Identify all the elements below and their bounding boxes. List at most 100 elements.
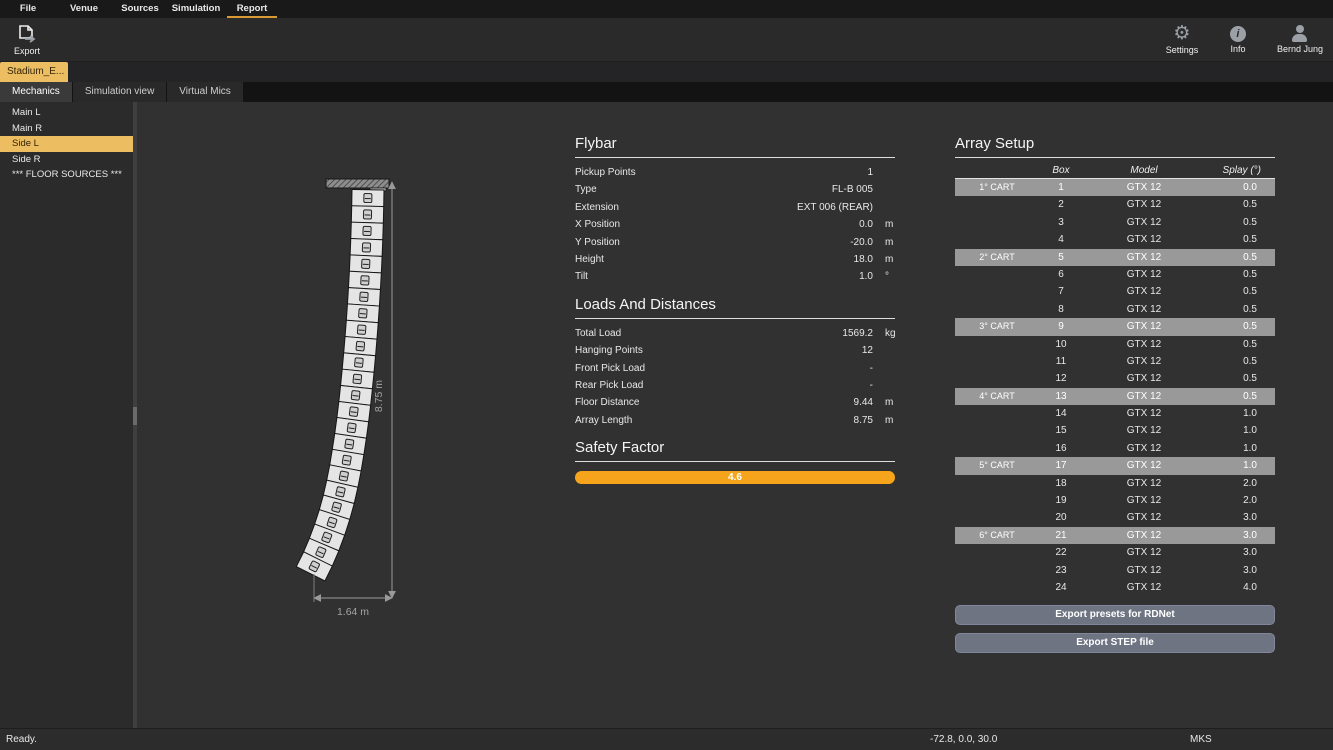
loads-label: Front Pick Load [575,360,713,377]
box-model: GTX 12 [1083,301,1205,318]
box-splay: 0.5 [1205,196,1275,213]
export-rdnet-button[interactable]: Export presets for RDNet [955,605,1275,625]
cart-label [955,562,1039,579]
flybar-value: -20.0 [713,234,873,251]
source-item-floor-sources[interactable]: *** FLOOR SOURCES *** [0,167,133,183]
array-cart-row: 5° CART17GTX 121.0 [955,457,1275,474]
info-icon: i [1230,26,1246,42]
menu-item-simulation[interactable]: Simulation [168,0,224,18]
box-model: GTX 12 [1083,196,1205,213]
box-splay: 3.0 [1205,544,1275,561]
settings-label: Settings [1166,45,1199,55]
loads-row: Hanging Points12 [575,342,895,359]
box-model: GTX 12 [1083,579,1205,596]
speaker-box-graphic [351,222,384,240]
user-button[interactable]: Bernd Jung [1277,25,1323,54]
array-table-body: 1° CART1GTX 120.02GTX 120.53GTX 120.54GT… [955,179,1275,596]
flybar-value: EXT 006 (REAR) [713,199,873,216]
box-number: 7 [1039,283,1083,300]
user-icon [1292,25,1308,42]
ribbon-right-group: ⚙ Settings i Info Bernd Jung [1165,25,1323,55]
box-splay: 0.5 [1205,388,1275,405]
box-splay: 3.0 [1205,509,1275,526]
export-step-button[interactable]: Export STEP file [955,633,1275,653]
menu-item-report[interactable]: Report [224,0,280,18]
box-model: GTX 12 [1083,562,1205,579]
loads-row: Rear Pick Load- [575,377,895,394]
menu-item-sources[interactable]: Sources [112,0,168,18]
source-item-side-l[interactable]: Side L [0,136,133,152]
array-row: 18GTX 122.0 [955,475,1275,492]
box-number: 15 [1039,422,1083,439]
safety-factor-bar: 4.6 [575,471,895,484]
box-splay: 0.5 [1205,249,1275,266]
flybar-loads-column: Flybar Pickup Points1TypeFL-B 005Extensi… [575,135,895,484]
box-model: GTX 12 [1083,492,1205,509]
cart-label [955,422,1039,439]
safety-section-title: Safety Factor [575,439,895,462]
box-model: GTX 12 [1083,440,1205,457]
settings-button[interactable]: ⚙ Settings [1165,25,1199,55]
box-splay: 0.5 [1205,283,1275,300]
cart-label: 5° CART [955,457,1039,474]
array-cart-row: 2° CART5GTX 120.5 [955,249,1275,266]
cart-label: 2° CART [955,249,1039,266]
array-row: 6GTX 120.5 [955,266,1275,283]
sources-sidebar: Main LMain RSide LSide R*** FLOOR SOURCE… [0,102,133,728]
cart-label: 4° CART [955,388,1039,405]
cart-label: 1° CART [955,179,1039,196]
box-splay: 0.0 [1205,179,1275,196]
menu-item-venue[interactable]: Venue [56,0,112,18]
tab-simulation-view[interactable]: Simulation view [73,82,166,102]
box-number: 9 [1039,318,1083,335]
box-splay: 0.5 [1205,336,1275,353]
source-item-side-r[interactable]: Side R [0,152,133,168]
export-button[interactable]: Export [10,24,44,56]
flybar-rows: Pickup Points1TypeFL-B 005ExtensionEXT 0… [575,164,895,286]
box-number: 1 [1039,179,1083,196]
box-model: GTX 12 [1083,457,1205,474]
menu-bar: FileVenueSourcesSimulationReport [0,0,1333,18]
loads-row: Floor Distance9.44m [575,394,895,411]
tab-mechanics[interactable]: Mechanics [0,82,72,102]
info-button[interactable]: i Info [1221,26,1255,54]
tab-virtual-mics[interactable]: Virtual Mics [167,82,243,102]
box-column-header: Box [1039,162,1083,178]
loads-unit [873,377,895,394]
box-splay: 0.5 [1205,318,1275,335]
box-splay: 3.0 [1205,562,1275,579]
mechanics-report-panel: 8.75 m 1.64 m Flybar Pickup Points1TypeF… [137,102,1333,728]
array-diagram: 8.75 m 1.64 m [272,168,432,633]
box-model: GTX 12 [1083,231,1205,248]
speaker-box-graphic [345,320,378,339]
box-number: 12 [1039,370,1083,387]
speaker-boxes [296,189,384,580]
array-cart-row: 4° CART13GTX 120.5 [955,388,1275,405]
loads-label: Rear Pick Load [575,377,713,394]
box-number: 18 [1039,475,1083,492]
array-row: 15GTX 121.0 [955,422,1275,439]
document-tab-stadium[interactable]: Stadium_E... [0,62,68,82]
loads-value: 12 [713,342,873,359]
array-row: 22GTX 123.0 [955,544,1275,561]
flybar-unit [873,164,895,181]
box-model: GTX 12 [1083,249,1205,266]
loads-unit: kg [873,325,895,342]
source-item-main-l[interactable]: Main L [0,105,133,121]
flybar-value: 1.0 [713,268,873,285]
loads-value: 9.44 [713,394,873,411]
speaker-box-graphic [352,189,384,206]
box-number: 2 [1039,196,1083,213]
flybar-unit: m [873,234,895,251]
flybar-label: Pickup Points [575,164,713,181]
box-splay: 0.5 [1205,214,1275,231]
loads-label: Total Load [575,325,713,342]
loads-unit: m [873,412,895,429]
menu-item-file[interactable]: File [0,0,56,18]
loads-rows: Total Load1569.2kgHanging Points12Front … [575,325,895,429]
array-row: 8GTX 120.5 [955,301,1275,318]
cart-label [955,544,1039,561]
source-item-main-r[interactable]: Main R [0,121,133,137]
array-row: 14GTX 121.0 [955,405,1275,422]
cart-label: 3° CART [955,318,1039,335]
